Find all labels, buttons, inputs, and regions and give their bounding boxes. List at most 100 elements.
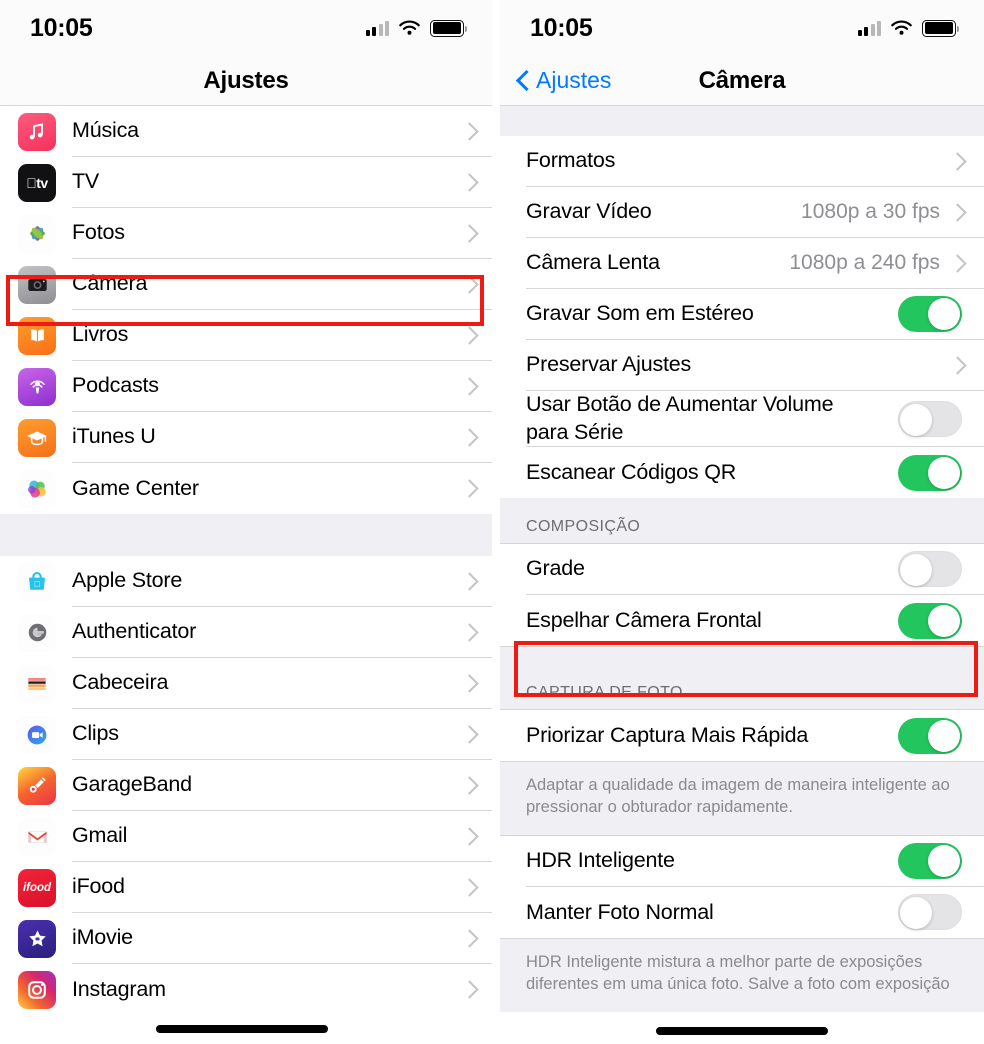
settings-row-c-mera[interactable]: Câmera <box>0 259 492 310</box>
settings-row-game-center[interactable]: Game Center <box>0 463 492 514</box>
chevron-right-icon <box>463 980 474 999</box>
battery-full-icon <box>430 19 468 37</box>
books-app-icon <box>18 316 56 355</box>
status-time: 10:05 <box>30 13 93 42</box>
home-indicator-right <box>656 1027 828 1035</box>
settings-group-apple-apps: Música tv TV Fotos Câmera Livros Podcasts iTun… <box>0 106 492 514</box>
music-app-icon <box>18 112 56 151</box>
row-label: Gmail <box>72 823 128 848</box>
back-button-ajustes[interactable]: Ajustes <box>500 67 611 94</box>
chevron-right-icon <box>951 203 962 222</box>
toggle-switch-on[interactable] <box>898 717 962 754</box>
settings-row-preservar-ajustes[interactable]: Preservar Ajustes <box>500 340 984 391</box>
authenticator-app-icon <box>18 613 56 652</box>
settings-row-cabeceira[interactable]: Cabeceira <box>0 658 492 709</box>
row-content: Escanear Códigos QR <box>526 447 984 498</box>
battery-full-icon <box>922 19 960 37</box>
chevron-right-icon <box>463 275 474 294</box>
row-label: GarageBand <box>72 772 192 797</box>
camera-settings-list[interactable]: Formatos Gravar Vídeo 1080p a 30 fps Câmera… <box>500 106 984 1012</box>
row-label: Espelhar Câmera Frontal <box>526 607 762 632</box>
section-header-captura: CAPTURA DE FOTO <box>500 674 984 711</box>
toggle-knob <box>900 554 932 587</box>
row-content: Instagram <box>72 964 492 1015</box>
cabeceira-app-icon <box>18 664 56 703</box>
home-indicator-left <box>156 1025 328 1033</box>
settings-row-c-mera-lenta[interactable]: Câmera Lenta 1080p a 240 fps <box>500 238 984 289</box>
row-content: iMovie <box>72 913 492 964</box>
settings-row-imovie[interactable]: iMovie <box>0 913 492 964</box>
appletv-app-icon: tv <box>18 163 56 202</box>
chevron-right-icon <box>463 224 474 243</box>
toggle-switch-off[interactable] <box>898 551 962 588</box>
chevron-right-icon <box>463 776 474 795</box>
row-content: HDR Inteligente <box>526 836 984 887</box>
nav-bar-right: Ajustes Câmera <box>500 56 984 106</box>
chevron-right-icon <box>463 479 474 498</box>
settings-row-ifood[interactable]: ifood iFood <box>0 862 492 913</box>
row-label: Livros <box>72 322 129 347</box>
camera-app-icon <box>18 265 56 304</box>
settings-row-priorizar-captura-mais-r-pida[interactable]: Priorizar Captura Mais Rápida <box>500 710 984 762</box>
chevron-right-icon <box>463 725 474 744</box>
settings-row-gmail[interactable]: Gmail <box>0 811 492 862</box>
settings-row-formatos[interactable]: Formatos <box>500 136 984 187</box>
top-group-band <box>500 106 984 136</box>
row-content: Gmail <box>72 811 492 862</box>
band-after-composicao <box>500 646 984 675</box>
row-content: Música <box>72 106 492 157</box>
settings-row-itunes-u[interactable]: iTunes U <box>0 412 492 463</box>
svg-text::  <box>34 578 41 588</box>
clips-app-icon <box>18 715 56 754</box>
toggle-knob <box>900 897 932 930</box>
settings-row-fotos[interactable]: Fotos <box>0 208 492 259</box>
row-content: Fotos <box>72 208 492 259</box>
settings-row-livros[interactable]: Livros <box>0 310 492 361</box>
settings-row-manter-foto-normal[interactable]: Manter Foto Normal <box>500 886 984 938</box>
status-icons <box>365 19 468 37</box>
chevron-right-icon <box>463 878 474 897</box>
settings-row-gravar-v-deo[interactable]: Gravar Vídeo 1080p a 30 fps <box>500 187 984 238</box>
chevron-left-icon <box>516 69 529 92</box>
toggle-switch-on[interactable] <box>898 454 962 491</box>
status-time: 10:05 <box>530 13 593 42</box>
status-icons <box>857 19 960 37</box>
footnote-hdr: HDR Inteligente mistura a melhor parte d… <box>500 937 984 1012</box>
chevron-right-icon <box>463 929 474 948</box>
section-header-composicao: COMPOSIÇÃO <box>500 498 984 545</box>
toggle-switch-on[interactable] <box>898 842 962 879</box>
settings-row-podcasts[interactable]: Podcasts <box>0 361 492 412</box>
itunesu-app-icon <box>18 418 56 457</box>
toggle-switch-off[interactable] <box>898 400 962 437</box>
settings-row-hdr-inteligente[interactable]: HDR Inteligente <box>500 835 984 887</box>
row-content: Usar Botão de Aumentar Volume para Série <box>526 391 984 448</box>
settings-list-left[interactable]: Música tv TV Fotos Câmera Livros Podcasts iTun… <box>0 106 492 1015</box>
row-label: Manter Foto Normal <box>526 899 714 924</box>
status-bar-left: 10:05 <box>0 0 492 56</box>
settings-row-grade[interactable]: Grade <box>500 544 984 596</box>
settings-row-usar-bot-o-de-aumentar-volume-para-s-rie[interactable]: Usar Botão de Aumentar Volume para Série <box>500 391 984 448</box>
settings-row-instagram[interactable]: Instagram <box>0 964 492 1015</box>
row-label: Game Center <box>72 475 199 500</box>
settings-row-clips[interactable]: Clips <box>0 709 492 760</box>
settings-row-apple-store[interactable]:  Apple Store <box>0 556 492 607</box>
settings-row-tv[interactable]: tv TV <box>0 157 492 208</box>
chevron-right-icon <box>463 173 474 192</box>
toggle-switch-off[interactable] <box>898 894 962 931</box>
row-content: Clips <box>72 709 492 760</box>
settings-row-authenticator[interactable]: Authenticator <box>0 607 492 658</box>
settings-row-garageband[interactable]: GarageBand <box>0 760 492 811</box>
toggle-switch-on[interactable] <box>898 602 962 639</box>
camera-group-hdr: HDR Inteligente Manter Foto Normal <box>500 834 984 938</box>
toggle-switch-on[interactable] <box>898 296 962 332</box>
applestore-app-icon:  <box>18 562 56 601</box>
settings-row-escanear-c-digos-qr[interactable]: Escanear Códigos QR <box>500 447 984 499</box>
chevron-right-icon <box>951 152 962 171</box>
settings-row-gravar-som-em-est-reo[interactable]: Gravar Som em Estéreo <box>500 289 984 340</box>
toggle-knob <box>900 403 932 436</box>
camera-group-captura: Priorizar Captura Mais Rápida <box>500 710 984 762</box>
row-content: iFood <box>72 862 492 913</box>
screen-divider <box>492 0 500 1044</box>
settings-row-m-sica[interactable]: Música <box>0 106 492 157</box>
settings-row-espelhar-c-mera-frontal[interactable]: Espelhar Câmera Frontal <box>500 595 984 647</box>
